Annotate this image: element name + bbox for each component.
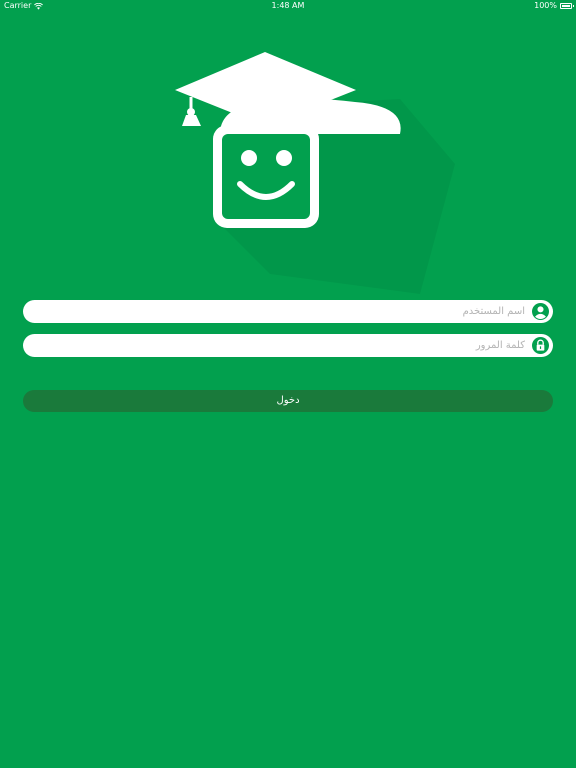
username-input[interactable] <box>35 300 525 323</box>
left-eye <box>241 150 257 166</box>
cap-tassel <box>182 115 201 126</box>
status-right: 100% <box>534 0 574 12</box>
user-icon <box>532 303 549 320</box>
login-button[interactable]: دخول <box>23 390 553 412</box>
lock-icon <box>532 337 549 354</box>
status-bar: Carrier 1:48 AM 100% <box>0 0 576 12</box>
password-input[interactable] <box>35 334 525 357</box>
status-time: 1:48 AM <box>271 1 305 10</box>
password-field[interactable] <box>23 334 553 357</box>
cap-tassel-knot <box>187 108 195 116</box>
right-eye <box>276 150 292 166</box>
battery-icon <box>560 3 574 9</box>
battery-fill <box>562 5 570 7</box>
username-field[interactable] <box>23 300 553 323</box>
battery-percent: 100% <box>534 1 557 10</box>
face-inner <box>222 134 310 219</box>
graduation-smiley-logo <box>175 52 455 294</box>
